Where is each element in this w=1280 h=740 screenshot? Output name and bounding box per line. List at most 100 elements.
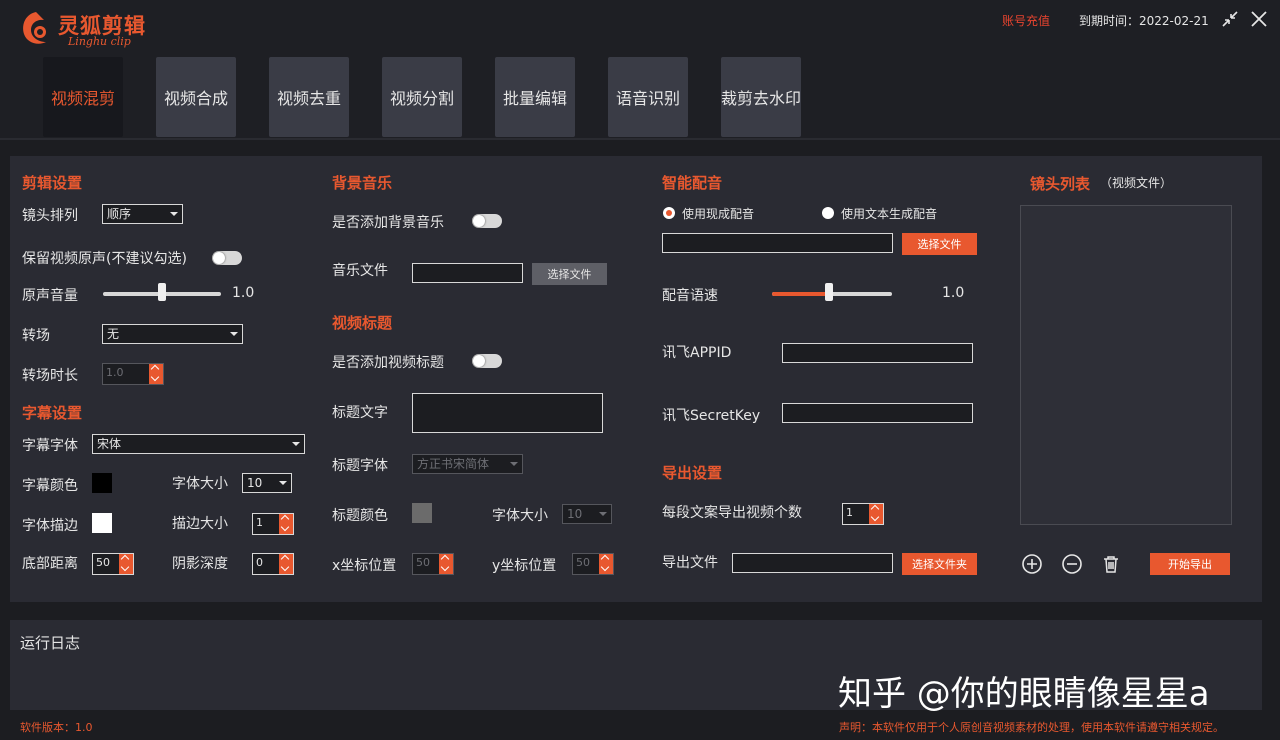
title-font-label: 标题字体 (332, 458, 388, 474)
transition-label: 转场 (22, 328, 50, 344)
dub-choose-button[interactable]: 选择文件 (902, 233, 977, 255)
shadow-depth-label: 阴影深度 (172, 556, 228, 572)
spin-arrows-icon[interactable] (149, 364, 163, 384)
appid-label: 讯飞APPID (662, 345, 732, 361)
watermark-text: 知乎 @你的眼睛像星星a (838, 674, 1210, 714)
order-label: 镜头排列 (22, 208, 78, 224)
stroke-size-label: 描边大小 (172, 516, 228, 532)
radio-tts-dub-label: 使用文本生成配音 (841, 207, 938, 221)
secret-label: 讯飞SecretKey (662, 408, 761, 424)
export-title: 导出设置 (662, 464, 723, 482)
add-icon[interactable] (1021, 553, 1043, 575)
export-file-label: 导出文件 (662, 555, 718, 571)
bottom-distance-spinbox[interactable]: 50 (92, 553, 134, 575)
speed-slider-fill (772, 292, 829, 296)
transition-duration-spinbox[interactable]: 1.0 (102, 363, 164, 385)
tab-video-dedupe[interactable]: 视频去重 (269, 57, 349, 137)
radio-existing-dub-label: 使用现成配音 (682, 207, 755, 221)
start-export-button[interactable]: 开始导出 (1150, 553, 1230, 575)
secret-input[interactable] (782, 403, 973, 423)
version-text: 软件版本：1.0 (20, 721, 93, 734)
title-font-select[interactable]: 方正书宋简体 (412, 454, 523, 474)
spin-arrows-icon[interactable] (279, 514, 293, 534)
export-count-label: 每段文案导出视频个数 (662, 505, 802, 521)
keep-audio-toggle[interactable] (212, 251, 242, 265)
subtitle-font-select[interactable]: 宋体 (92, 434, 305, 454)
dub-file-input[interactable] (662, 233, 893, 253)
spin-arrows-icon[interactable] (279, 554, 293, 574)
stroke-color-swatch[interactable] (92, 513, 112, 533)
spin-arrows-icon[interactable] (869, 504, 883, 524)
subtitle-color-label: 字幕颜色 (22, 478, 78, 494)
close-icon[interactable] (1248, 8, 1270, 30)
music-choose-button[interactable]: 选择文件 (532, 263, 607, 285)
log-title: 运行日志 (20, 634, 81, 652)
tab-video-mix[interactable]: 视频混剪 (43, 57, 123, 137)
title-color-label: 标题颜色 (332, 508, 388, 524)
transition-duration-label: 转场时长 (22, 368, 78, 384)
trash-icon[interactable] (1100, 553, 1122, 575)
export-choose-folder-button[interactable]: 选择文件夹 (902, 553, 977, 575)
stroke-label: 字体描边 (22, 518, 78, 534)
app-subtitle: Linghu clip (68, 35, 131, 48)
shots-hint: （视频文件） (1100, 176, 1173, 190)
subtitle-color-swatch[interactable] (92, 473, 112, 493)
video-title-section-title: 视频标题 (332, 314, 393, 332)
subtitle-size-select[interactable]: 10 (242, 473, 292, 493)
spin-arrows-icon[interactable] (599, 554, 613, 574)
title-size-label: 字体大小 (492, 508, 548, 524)
tab-speech-recognition[interactable]: 语音识别 (608, 57, 688, 137)
tab-video-split[interactable]: 视频分割 (382, 57, 462, 137)
volume-label: 原声音量 (22, 288, 78, 304)
keep-audio-label: 保留视频原声(不建议勾选) (22, 251, 187, 267)
edit-settings-title: 剪辑设置 (22, 174, 83, 192)
spin-arrows-icon[interactable] (439, 554, 453, 574)
settings-panel: 剪辑设置 镜头排列 顺序 保留视频原声(不建议勾选) 原声音量 1.0 转场 无… (10, 156, 1262, 602)
dubbing-title: 智能配音 (662, 174, 723, 192)
bottom-distance-label: 底部距离 (22, 556, 78, 572)
shots-list[interactable] (1020, 205, 1232, 525)
tab-crop-watermark[interactable]: 裁剪去水印 (721, 57, 801, 137)
radio-tts-dub[interactable] (822, 207, 834, 219)
tab-batch-edit[interactable]: 批量编辑 (495, 57, 575, 137)
title-add-toggle[interactable] (472, 354, 502, 368)
tab-video-compose[interactable]: 视频合成 (156, 57, 236, 137)
recharge-link[interactable]: 账号充值 (1002, 12, 1050, 29)
title-add-label: 是否添加视频标题 (332, 355, 444, 371)
export-count-spinbox[interactable]: 1 (842, 503, 884, 525)
radio-existing-dub[interactable] (663, 207, 675, 219)
fox-logo-icon (23, 12, 46, 44)
x-position-label: x坐标位置 (332, 558, 397, 574)
spin-arrows-icon[interactable] (119, 554, 133, 574)
title-size-select[interactable]: 10 (562, 504, 612, 524)
y-position-label: y坐标位置 (492, 558, 557, 574)
export-file-input[interactable] (732, 553, 893, 573)
appid-input[interactable] (782, 343, 973, 363)
disclaimer-text: 声明：本软件仅用于个人原创音视频素材的处理，使用本软件请遵守相关规定。 (839, 721, 1224, 734)
title-text-input[interactable] (412, 393, 603, 433)
music-title: 背景音乐 (332, 174, 393, 192)
volume-value: 1.0 (232, 285, 255, 301)
y-position-spinbox[interactable]: 50 (572, 553, 614, 575)
order-select[interactable]: 顺序 (102, 204, 183, 224)
remove-icon[interactable] (1061, 553, 1083, 575)
speed-value: 1.0 (942, 285, 965, 301)
subtitle-size-label: 字体大小 (172, 476, 228, 492)
music-add-label: 是否添加背景音乐 (332, 215, 444, 231)
x-position-spinbox[interactable]: 50 (412, 553, 454, 575)
music-file-input[interactable] (412, 263, 523, 283)
subtitle-font-label: 字幕字体 (22, 438, 78, 454)
music-file-label: 音乐文件 (332, 263, 388, 279)
music-add-toggle[interactable] (472, 214, 502, 228)
transition-select[interactable]: 无 (102, 324, 243, 344)
title-text-label: 标题文字 (332, 405, 388, 421)
volume-slider-thumb[interactable] (158, 283, 166, 301)
shadow-depth-spinbox[interactable]: 0 (252, 553, 294, 575)
shots-title: 镜头列表 (1030, 175, 1091, 193)
restore-icon[interactable] (1219, 8, 1241, 30)
stroke-size-spinbox[interactable]: 1 (252, 513, 294, 535)
speed-slider-thumb[interactable] (825, 283, 833, 301)
app-header: 灵狐剪辑 Linghu clip 账号充值 到期时间：2022-02-21 视频… (0, 0, 1280, 140)
title-color-swatch[interactable] (412, 503, 432, 523)
speed-label: 配音语速 (662, 288, 718, 304)
